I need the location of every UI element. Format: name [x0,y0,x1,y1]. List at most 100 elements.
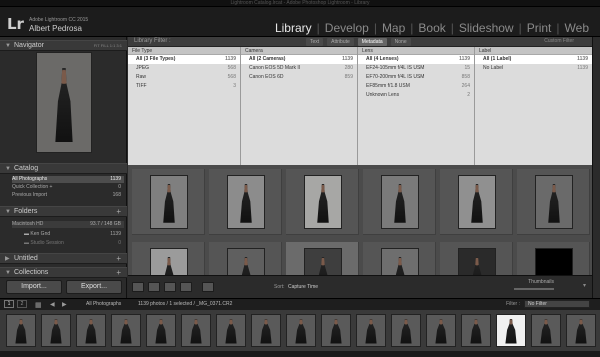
filmstrip-thumbnail[interactable] [181,314,211,347]
filmstrip-thumbnail[interactable] [426,314,456,347]
sort-label: Sort: [274,284,285,290]
filter-column-header[interactable]: File Type [128,47,240,55]
catalog-item-previous-import[interactable]: Previous Import 168 [12,192,124,199]
module-book[interactable]: Book [413,21,450,35]
filter-column-header[interactable]: Label [475,47,592,55]
grid-thumbnail[interactable] [227,175,265,229]
grid-cell[interactable] [132,169,205,235]
filter-row[interactable]: EF85mm f/1.8 USM 264 [358,82,474,91]
filmstrip-thumbnail[interactable] [41,314,71,347]
filmstrip-thumbnail[interactable] [286,314,316,347]
filter-row[interactable]: No Label 1139 [475,64,592,73]
navigator-header[interactable]: ▼ Navigator FIT FILL 1:1 3:1 [0,40,127,51]
filter-column-header[interactable]: Camera [241,47,357,55]
filmstrip-thumbnail[interactable] [496,314,526,347]
grid-icon[interactable]: ▦ [35,301,42,309]
add-icon[interactable]: + [116,254,121,264]
folder-item[interactable]: ▬ Studio Session 0 [12,240,124,247]
add-folder-icon[interactable]: + [116,207,121,217]
filmstrip-thumbnail[interactable] [216,314,246,347]
filter-row[interactable]: EF24-105mm f/4L IS USM 15 [358,64,474,73]
grid-thumbnail[interactable] [304,175,342,229]
right-panel-collapsed[interactable] [592,37,600,298]
filmstrip-thumbnail[interactable] [76,314,106,347]
filmstrip-thumbnail[interactable] [321,314,351,347]
navigator-preview[interactable] [36,52,92,153]
filmstrip-thumbnail[interactable] [356,314,386,347]
filter-tab-text[interactable]: Text [306,38,324,46]
add-collection-icon[interactable]: + [116,268,121,278]
filmstrip-thumbnail[interactable] [146,314,176,347]
module-slideshow[interactable]: Slideshow [454,21,519,35]
source-label[interactable]: All Photographs [86,301,121,307]
collections-header[interactable]: ▼ Collections + [0,267,127,278]
filmstrip-thumbnail[interactable] [461,314,491,347]
forward-arrow-icon[interactable]: ▶ [62,301,67,308]
folders-header[interactable]: ▼ Folders + [0,206,127,217]
filter-row[interactable]: Unknown Lens 2 [358,91,474,100]
navigator-zoom-options[interactable]: FIT FILL 1:1 3:1 [94,41,122,51]
untitled-header[interactable]: ▶ Untitled + [0,253,127,264]
filmstrip-thumbnail[interactable] [6,314,36,347]
catalog-header[interactable]: ▼ Catalog [0,163,127,174]
filter-row[interactable]: TIFF 3 [128,82,240,91]
grid-cell[interactable] [363,169,436,235]
grid-cell[interactable] [209,169,282,235]
module-develop[interactable]: Develop [320,21,374,35]
toolbar-menu-icon[interactable]: ▾ [583,282,586,289]
import-button[interactable]: Import... [6,280,62,294]
filter-tab-none[interactable]: None [390,38,411,46]
thumbnail-size-slider[interactable] [514,288,554,290]
filmstrip-thumbnail[interactable] [531,314,561,347]
survey-view-icon[interactable] [180,282,192,292]
filmstrip-thumbnail[interactable] [111,314,141,347]
filter-row[interactable]: Raw 568 [128,73,240,82]
grid-thumbnail[interactable] [535,175,573,229]
filter-tab-metadata[interactable]: Metadata [357,38,387,46]
grid-thumbnail[interactable] [458,175,496,229]
filter-preset-dropdown[interactable]: Custom Filter [544,38,574,44]
sort-dropdown[interactable]: Capture Time [288,284,318,290]
filter-tab-attribute[interactable]: Attribute [327,38,354,46]
filter-row[interactable]: All (2 Cameras) 1139 [241,55,357,64]
module-library[interactable]: Library [270,21,317,35]
catalog-item-quick-collection[interactable]: Quick Collection + 0 [12,184,124,191]
window-titlebar: Lightroom Catalog.lrcat - Adobe Photosho… [0,0,600,7]
grid-cell[interactable] [440,169,513,235]
display-2-button[interactable]: 2 [17,300,27,308]
bottom-panel-toggle[interactable] [0,351,600,357]
filter-dropdown[interactable]: No Filter [524,300,590,308]
loupe-view-icon[interactable] [148,282,160,292]
collapse-triangle-icon: ▼ [5,43,11,49]
grid-cell[interactable] [286,169,359,235]
display-1-button[interactable]: 1 [4,300,14,308]
module-map[interactable]: Map [377,21,410,35]
grid-view-icon[interactable] [132,282,144,292]
left-panel: ▼ Navigator FIT FILL 1:1 3:1 ▼ Catalog A… [0,37,127,298]
catalog-item-all-photographs[interactable]: All Photographs 1139 [12,176,124,183]
filmstrip-thumbnail[interactable] [251,314,281,347]
filter-row[interactable]: All (1 Label) 1139 [475,55,592,64]
folder-item[interactable]: ▬ Ken Gnd 1139 [12,231,124,238]
filmstrip-thumbnail[interactable] [566,314,596,347]
filter-row[interactable]: Canon EOS 6D 859 [241,73,357,82]
filter-row[interactable]: EF70-200mm f/4L IS USM 858 [358,73,474,82]
filmstrip-thumbnail[interactable] [391,314,421,347]
filter-row[interactable]: JPEG 568 [128,64,240,73]
module-print[interactable]: Print [522,21,557,35]
filter-column-header[interactable]: Lens [358,47,474,55]
compare-view-icon[interactable] [164,282,176,292]
navigator-title: Navigator [14,42,44,49]
module-web[interactable]: Web [560,21,594,35]
export-button[interactable]: Export... [66,280,122,294]
photo-subject [225,318,237,344]
grid-cell[interactable] [517,169,590,235]
grid-thumbnail[interactable] [381,175,419,229]
filter-row[interactable]: All (3 File Types) 1139 [128,55,240,64]
painter-icon[interactable] [202,282,214,292]
filter-row[interactable]: All (4 Lenses) 1139 [358,55,474,64]
volume-macintosh-hd[interactable]: Macintosh HD 93.7 / 148 GB [12,221,124,228]
grid-thumbnail[interactable] [150,175,188,229]
back-arrow-icon[interactable]: ◀ [50,301,55,308]
filter-row[interactable]: Canon EOS 5D Mark II 280 [241,64,357,73]
